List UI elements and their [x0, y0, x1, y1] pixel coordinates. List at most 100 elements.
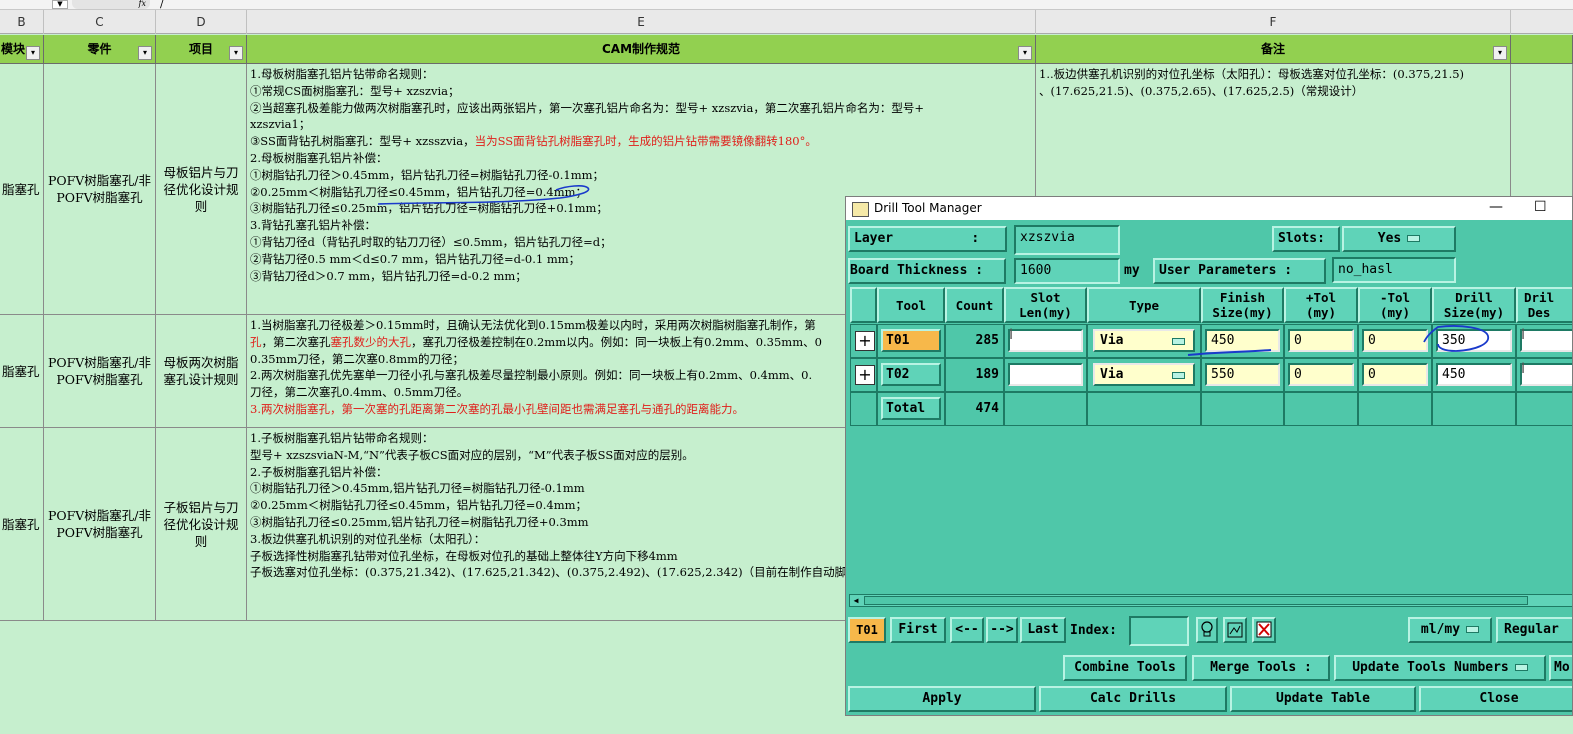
row1-module[interactable]: 脂塞孔	[0, 64, 44, 315]
column-header-b[interactable]: B	[0, 10, 44, 34]
prev-button[interactable]: <--	[950, 617, 984, 643]
total-empty-cell	[1358, 392, 1432, 426]
column-header-e[interactable]: E	[247, 10, 1036, 34]
lightbulb-icon[interactable]	[1196, 617, 1218, 643]
header-part-label: 零件	[87, 42, 112, 56]
column-header-c[interactable]: C	[44, 10, 156, 34]
apply-button[interactable]: Apply	[848, 686, 1036, 712]
column-header-f[interactable]: F	[1036, 10, 1511, 34]
total-cell: Total	[877, 392, 945, 426]
minimize-button[interactable]: —	[1489, 199, 1503, 215]
board-thickness-label: Board Thickness :	[848, 258, 1006, 284]
col-header-type[interactable]: Type	[1087, 287, 1201, 323]
count-cell: 285	[945, 324, 1004, 358]
spec-line: ①树脂钻孔刀径＞0.45mm，铝片钻孔刀径=树脂钻孔刀径-0.1mm；	[250, 167, 605, 182]
fx-icon: fx	[72, 0, 150, 9]
slots-option-menu[interactable]: Yes	[1342, 226, 1456, 252]
layer-field[interactable]: xzszvia	[1014, 225, 1120, 255]
expand-cell: +	[850, 324, 877, 358]
drill-des-input[interactable]	[1520, 363, 1572, 386]
index-field[interactable]	[1129, 616, 1189, 646]
slot-len-input[interactable]	[1008, 363, 1083, 386]
filter-dropdown-icon[interactable]: ▾	[1018, 46, 1032, 60]
row2-part[interactable]: POFV树脂塞孔/非POFV树脂塞孔	[44, 315, 156, 428]
maximize-button[interactable]: ☐	[1534, 199, 1547, 215]
col-header-drill-size[interactable]: Drill Size(my)	[1432, 287, 1516, 323]
plus-tol-input[interactable]: 0	[1288, 363, 1354, 386]
drill-des-input[interactable]	[1520, 329, 1572, 352]
row3-item[interactable]: 子板铝片与刀径优化设计规则	[156, 428, 247, 621]
calc-drills-button[interactable]: Calc Drills	[1039, 686, 1227, 712]
image-tool-icon[interactable]	[1223, 617, 1247, 643]
row3-module[interactable]: 脂塞孔	[0, 428, 44, 621]
tool-button-t01[interactable]: T01	[881, 329, 941, 352]
filter-dropdown-icon[interactable]: ▾	[138, 46, 152, 60]
drill-des-cell: I	[1516, 358, 1572, 392]
combine-tools-button[interactable]: Combine Tools	[1063, 655, 1187, 681]
col-header-drill-des[interactable]: Dril Des	[1516, 287, 1572, 323]
delete-icon-glyph	[1256, 621, 1272, 638]
finish-size-cell: 550	[1201, 358, 1284, 392]
expand-plus-icon[interactable]: +	[855, 331, 875, 351]
type-value: Via	[1100, 333, 1124, 348]
formula-content[interactable]: /	[160, 0, 164, 10]
row2-item[interactable]: 母板两次树脂塞孔设计规则	[156, 315, 247, 428]
col-header-minus-tol[interactable]: -Tol (my)	[1358, 287, 1432, 323]
total-empty-cell	[1004, 392, 1087, 426]
option-menu-indicator-icon	[1172, 372, 1185, 379]
expand-cell: +	[850, 358, 877, 392]
scroll-left-arrow-icon[interactable]: ◀	[850, 595, 862, 606]
plus-tol-cell: 0	[1284, 358, 1358, 392]
row1-item[interactable]: 母板铝片与刀径优化设计规则	[156, 64, 247, 315]
tool-button-t02[interactable]: T02	[881, 363, 941, 386]
close-button[interactable]: Close	[1419, 686, 1572, 712]
current-tool-indicator: T01	[848, 617, 886, 643]
spec-line: 1.母板树脂塞孔铝片钻带命名规则：	[250, 67, 434, 81]
row2-module[interactable]: 脂塞孔	[0, 315, 44, 428]
column-header-d[interactable]: D	[156, 10, 247, 34]
drill-size-input[interactable]: 450	[1436, 363, 1512, 386]
layer-label: Layer :	[848, 226, 1007, 252]
horizontal-scrollbar[interactable]: ◀	[849, 594, 1572, 607]
more-option-menu[interactable]: Mo	[1549, 655, 1572, 681]
col-header-count[interactable]: Count	[945, 287, 1004, 323]
row1-part[interactable]: POFV树脂塞孔/非POFV树脂塞孔	[44, 64, 156, 315]
header-item: 项目 ▾	[156, 35, 247, 64]
mode-option-menu[interactable]: Regular	[1496, 617, 1572, 643]
last-button[interactable]: Last	[1020, 617, 1066, 643]
drill-size-cell: 450	[1432, 358, 1516, 392]
board-thickness-field[interactable]: 1600	[1014, 258, 1120, 284]
total-empty-cell	[850, 392, 877, 426]
update-tools-numbers-menu[interactable]: Update Tools Numbers	[1334, 655, 1546, 681]
units-option-menu[interactable]: ml/my	[1408, 617, 1492, 643]
filter-dropdown-icon[interactable]: ▾	[229, 46, 243, 60]
column-header-bar: B C D E F	[0, 10, 1573, 34]
lightbulb-icon-glyph	[1201, 621, 1213, 637]
update-tools-numbers-label: Update Tools Numbers	[1352, 660, 1509, 675]
slot-len-input[interactable]	[1008, 329, 1083, 352]
name-box-dropdown[interactable]: ▼	[52, 0, 68, 9]
filter-dropdown-icon[interactable]: ▾	[1493, 46, 1507, 60]
type-option-menu[interactable]: Via	[1093, 363, 1195, 386]
user-parameters-field[interactable]: no_hasl	[1332, 257, 1456, 283]
scrollbar-thumb[interactable]	[864, 596, 1528, 605]
col-header-tool[interactable]: Tool	[877, 287, 945, 323]
total-count: 474	[945, 392, 1004, 426]
pen-annotation-underline	[1187, 325, 1489, 356]
col-header-finish-size[interactable]: Finish Size(my)	[1201, 287, 1284, 323]
first-button[interactable]: First	[890, 617, 946, 643]
delete-icon[interactable]	[1252, 617, 1276, 643]
next-button[interactable]: -->	[986, 617, 1018, 643]
col-header-plus-tol[interactable]: +Tol (my)	[1284, 287, 1358, 323]
header-item-label: 项目	[188, 42, 213, 56]
expand-plus-icon[interactable]: +	[855, 365, 875, 385]
finish-size-input[interactable]: 550	[1205, 363, 1280, 386]
row3-part[interactable]: POFV树脂塞孔/非POFV树脂塞孔	[44, 428, 156, 621]
col-header-slot-len[interactable]: Slot Len(my)	[1004, 287, 1087, 323]
header-module-label: 模块	[1, 42, 26, 56]
units-value: ml/my	[1420, 622, 1461, 637]
update-table-button[interactable]: Update Table	[1230, 686, 1416, 712]
filter-dropdown-icon[interactable]: ▾	[26, 46, 40, 60]
minus-tol-input[interactable]: 0	[1362, 363, 1428, 386]
window-titlebar[interactable]: Drill Tool Manager — ☐	[846, 197, 1572, 220]
